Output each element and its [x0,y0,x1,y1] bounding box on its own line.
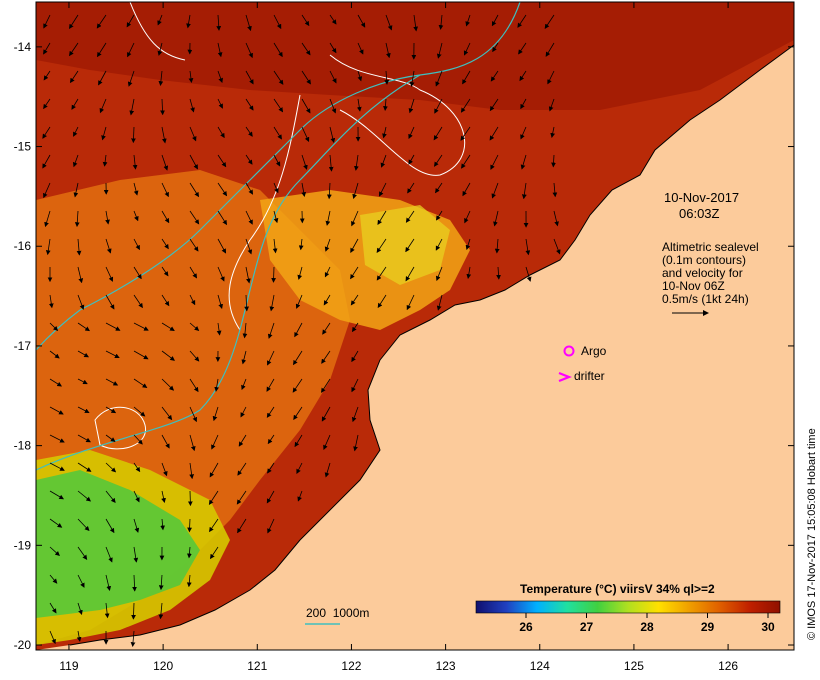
annotation-altimetry: Altimetric sealevel (0.1m contours) and … [662,240,759,306]
x-tick-label: 121 [247,659,267,673]
colorbar-tick-label: 29 [701,620,715,634]
annotation-time: 06:03Z [679,206,720,221]
velocity-arrow [271,266,277,283]
y-tick-label: -20 [14,638,32,652]
x-tick-label: 120 [153,659,173,673]
colorbar-tick-label: 28 [640,620,654,634]
drifter-label: drifter [574,369,605,383]
colorbar-tick-label: 26 [519,620,533,634]
credit-text: © IMOS 17-Nov-2017 15:05:08 Hobart time [806,428,818,640]
y-tick-label: -19 [14,538,32,552]
colorbar [475,600,781,614]
colorbar-title: Temperature (°C) viirsV 34% ql>=2 [520,582,715,596]
x-tick-label: 122 [341,659,361,673]
x-tick-label: 123 [436,659,456,673]
depth-legend-label: 200 1000m [306,606,370,620]
colorbar-tick-label: 27 [580,620,594,634]
y-tick-label: -14 [14,40,32,54]
annotation-date: 10-Nov-2017 [664,190,740,205]
y-tick-label: -15 [14,140,32,154]
y-tick-label: -18 [14,439,32,453]
y-tick-label: -16 [14,239,32,253]
x-tick-label: 124 [530,659,550,673]
argo-label: Argo [581,344,607,358]
y-tick-label: -17 [14,339,32,353]
sst-map: 119 120 121 122 123 124 125 126 -14 -15 -16 -17 -18… [14,1,795,673]
x-tick-label: 126 [718,659,738,673]
x-tick-label: 119 [59,659,78,673]
x-tick-label: 125 [624,659,644,673]
colorbar-tick-label: 30 [761,620,775,634]
